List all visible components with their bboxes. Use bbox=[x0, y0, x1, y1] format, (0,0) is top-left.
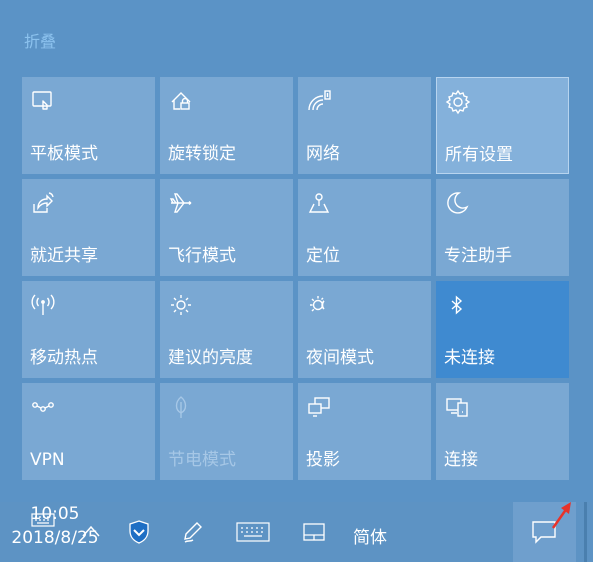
tile-label: VPN bbox=[30, 450, 65, 470]
tile-suggested-brightness[interactable]: 建议的亮度 bbox=[160, 281, 293, 378]
tile-location[interactable]: 定位 bbox=[298, 179, 431, 276]
connect-icon bbox=[444, 394, 470, 420]
action-center-panel: 折叠 平板模式 旋转锁定 网络 所有设置 就近共享 飞行模式 定位 专注助手 移… bbox=[0, 0, 593, 502]
tile-focus-assist[interactable]: 专注助手 bbox=[436, 179, 569, 276]
brightness-icon bbox=[168, 292, 194, 318]
tile-label: 定位 bbox=[306, 246, 340, 266]
tile-project[interactable]: 投影 bbox=[298, 383, 431, 480]
arrow-annotation-icon bbox=[549, 502, 575, 532]
nearby-share-icon bbox=[30, 190, 56, 216]
show-desktop-divider[interactable] bbox=[584, 502, 587, 562]
security-shield-icon[interactable] bbox=[128, 520, 150, 544]
rotation-lock-icon bbox=[168, 88, 194, 114]
airplane-icon bbox=[168, 190, 194, 216]
tile-label: 平板模式 bbox=[30, 144, 98, 164]
collapse-link[interactable]: 折叠 bbox=[24, 28, 56, 52]
moon-icon bbox=[444, 190, 470, 216]
tile-label: 旋转锁定 bbox=[168, 144, 236, 164]
taskbar: 简体 10:05 2018/8/25 bbox=[0, 502, 593, 562]
tile-label: 投影 bbox=[306, 450, 340, 470]
tile-label: 网络 bbox=[306, 144, 340, 164]
input-method-label[interactable]: 简体 bbox=[353, 523, 387, 548]
hotspot-icon bbox=[30, 292, 56, 318]
tile-connect[interactable]: 连接 bbox=[436, 383, 569, 480]
vpn-icon bbox=[30, 394, 56, 420]
tile-vpn[interactable]: VPN bbox=[22, 383, 155, 480]
tile-label: 节电模式 bbox=[168, 450, 236, 470]
bluetooth-icon bbox=[444, 292, 470, 318]
night-light-icon bbox=[306, 292, 332, 318]
tile-mobile-hotspot[interactable]: 移动热点 bbox=[22, 281, 155, 378]
tile-tablet-mode[interactable]: 平板模式 bbox=[22, 77, 155, 174]
tile-label: 飞行模式 bbox=[168, 246, 236, 266]
chevron-up-icon[interactable] bbox=[81, 524, 101, 538]
touch-keyboard-icon[interactable] bbox=[236, 522, 270, 542]
location-icon bbox=[306, 190, 332, 216]
tile-network[interactable]: 网络 bbox=[298, 77, 431, 174]
tablet-mode-icon bbox=[30, 88, 56, 114]
tile-label: 未连接 bbox=[444, 348, 495, 368]
tile-rotation-lock[interactable]: 旋转锁定 bbox=[160, 77, 293, 174]
tile-label: 就近共享 bbox=[30, 246, 98, 266]
tile-all-settings[interactable]: 所有设置 bbox=[436, 77, 569, 174]
battery-saver-icon bbox=[168, 394, 194, 420]
tile-airplane-mode[interactable]: 飞行模式 bbox=[160, 179, 293, 276]
tile-bluetooth[interactable]: 未连接 bbox=[436, 281, 569, 378]
tile-battery-saver: 节电模式 bbox=[160, 383, 293, 480]
tile-label: 夜间模式 bbox=[306, 348, 374, 368]
gear-icon bbox=[445, 89, 471, 115]
tile-label: 连接 bbox=[444, 450, 478, 470]
network-icon bbox=[306, 88, 332, 114]
tile-label: 专注助手 bbox=[444, 246, 512, 266]
quick-actions-grid: 平板模式 旋转锁定 网络 所有设置 就近共享 飞行模式 定位 专注助手 移动热点… bbox=[22, 77, 569, 480]
tile-label: 移动热点 bbox=[30, 348, 98, 368]
tile-night-light[interactable]: 夜间模式 bbox=[298, 281, 431, 378]
tablet-icon[interactable] bbox=[303, 523, 325, 541]
pen-icon[interactable] bbox=[182, 520, 204, 544]
tile-label: 建议的亮度 bbox=[168, 348, 253, 368]
clock-time: 10:05 bbox=[30, 504, 80, 524]
tile-nearby-share[interactable]: 就近共享 bbox=[22, 179, 155, 276]
project-icon bbox=[306, 394, 332, 420]
tile-label: 所有设置 bbox=[445, 145, 513, 165]
keyboard-icon[interactable] bbox=[31, 510, 55, 528]
